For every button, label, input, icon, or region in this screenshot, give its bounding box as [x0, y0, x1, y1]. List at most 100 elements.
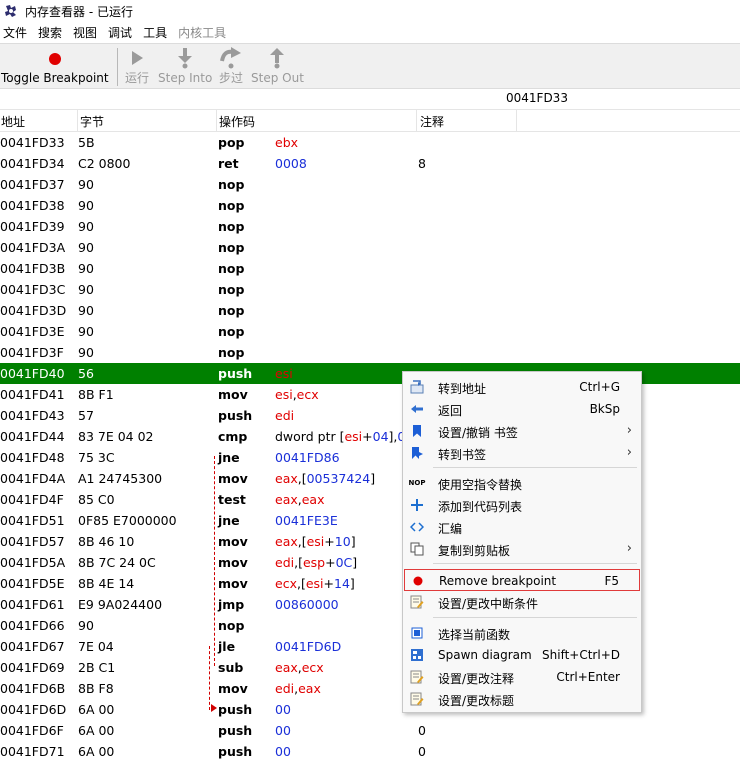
- breakpoint-dot-icon: [411, 574, 425, 588]
- operand-token: ebx: [275, 135, 299, 150]
- disassembly-row[interactable]: 0041FD38 90 nop: [0, 195, 740, 216]
- disassembly-row[interactable]: 0041FD37 90 nop: [0, 174, 740, 195]
- operand-token: ,[: [297, 534, 307, 549]
- column-address[interactable]: 地址: [1, 113, 25, 132]
- disassembly-row[interactable]: 0041FD3D 90 nop: [0, 300, 740, 321]
- operand-token: 00: [275, 723, 291, 738]
- operand-token: 0041FD86: [275, 450, 340, 465]
- disassembly-row[interactable]: 0041FD3C 90 nop: [0, 279, 740, 300]
- operand-token: edi: [275, 408, 295, 423]
- column-divider[interactable]: [516, 110, 517, 132]
- disassembly-row[interactable]: 0041FD6F 6A 00 push 00 0: [0, 720, 740, 741]
- row-opcode: pop: [218, 135, 245, 150]
- operand-token: ,[: [296, 576, 306, 591]
- context-menu-item[interactable]: 设置/更改注释 Ctrl+Enter: [404, 666, 640, 688]
- context-menu-item-label: 设置/更改标题: [438, 694, 515, 708]
- row-bytes: 6A 00: [78, 702, 115, 717]
- play-icon: [132, 51, 143, 65]
- submenu-chevron-icon: ›: [626, 423, 632, 438]
- context-menu-item[interactable]: 添加到代码列表: [404, 494, 640, 516]
- column-divider[interactable]: [416, 110, 417, 132]
- row-address: 0041FD33: [0, 135, 65, 150]
- row-address: 0041FD34: [0, 156, 65, 171]
- step-over-button[interactable]: 步过: [219, 46, 243, 86]
- menu-file[interactable]: 文件: [0, 24, 31, 41]
- disassembly-row[interactable]: 0041FD39 90 nop: [0, 216, 740, 237]
- row-bytes: 5B: [78, 135, 95, 150]
- disassembly-row[interactable]: 0041FD33 5B pop ebx: [0, 132, 740, 153]
- menu-bar: 文件 搜索 视图 调试 工具 内核工具: [0, 22, 740, 43]
- goto-address-icon: [410, 380, 424, 394]
- current-address: 0041FD33: [506, 91, 568, 105]
- row-comment: 0: [418, 723, 426, 738]
- disassembly-row[interactable]: 0041FD3B 90 nop: [0, 258, 740, 279]
- column-opcode[interactable]: 操作码: [219, 113, 255, 132]
- context-menu-item[interactable]: NOP 使用空指令替换: [404, 472, 640, 494]
- context-menu-item[interactable]: 复制到剪贴板 ›: [404, 538, 640, 560]
- row-operands: ecx,[esi+14]: [275, 576, 355, 591]
- context-menu-item[interactable]: 设置/更改中断条件: [404, 591, 640, 613]
- menu-tools[interactable]: 工具: [140, 24, 171, 41]
- step-out-button[interactable]: Step Out: [251, 46, 304, 86]
- operand-token: ecx: [296, 387, 319, 402]
- row-address: 0041FD43: [0, 408, 65, 423]
- row-bytes: 7E 04: [78, 639, 114, 654]
- context-menu-item-label: 添加到代码列表: [438, 500, 523, 514]
- row-bytes: 90: [78, 177, 94, 192]
- row-operands: 0041FE3E: [275, 513, 338, 528]
- current-address-bar: 0041FD33: [0, 89, 740, 110]
- row-address: 0041FD3E: [0, 324, 65, 339]
- menu-separator: [433, 563, 637, 564]
- operand-token: esi: [344, 429, 363, 444]
- toggle-breakpoint-button[interactable]: Toggle Breakpoint: [1, 46, 109, 86]
- step-into-button[interactable]: Step Into: [158, 46, 212, 86]
- disassembly-row[interactable]: 0041FD3E 90 nop: [0, 321, 740, 342]
- context-menu-shortcut: BkSp: [589, 402, 620, 416]
- row-operands: 0041FD6D: [275, 639, 341, 654]
- row-address: 0041FD44: [0, 429, 65, 444]
- operand-token: 0041FE3E: [275, 513, 338, 528]
- row-opcode: sub: [218, 660, 244, 675]
- row-address: 0041FD61: [0, 597, 65, 612]
- row-opcode: nop: [218, 198, 245, 213]
- row-opcode: cmp: [218, 429, 248, 444]
- operand-token: ecx: [275, 576, 297, 591]
- menu-debug[interactable]: 调试: [105, 24, 136, 41]
- operand-token: esi: [275, 366, 293, 381]
- row-bytes: 90: [78, 240, 94, 255]
- column-divider[interactable]: [77, 110, 78, 132]
- back-arrow-icon: [410, 402, 424, 416]
- context-menu-item[interactable]: 设置/撤销 书签 ›: [404, 420, 640, 442]
- row-opcode: mov: [218, 471, 248, 486]
- row-comment: 0: [418, 744, 426, 759]
- disassembly-row[interactable]: 0041FD71 6A 00 push 00 0: [0, 741, 740, 762]
- context-menu-item[interactable]: 选择当前函数: [404, 622, 640, 644]
- row-opcode: mov: [218, 534, 248, 549]
- step-out-label: Step Out: [251, 71, 304, 85]
- menu-search[interactable]: 搜索: [35, 24, 66, 41]
- context-menu-item[interactable]: 汇编: [404, 516, 640, 538]
- context-menu-item[interactable]: 返回 BkSp: [404, 398, 640, 420]
- column-divider[interactable]: [216, 110, 217, 132]
- context-menu-item-label: 设置/更改中断条件: [438, 597, 539, 611]
- row-bytes: 90: [78, 324, 94, 339]
- edit-note-icon: [410, 692, 424, 706]
- context-menu-item-label: 汇编: [438, 522, 463, 536]
- row-operands: eax,ecx: [275, 660, 324, 675]
- context-menu-item-label: 设置/撤销 书签: [438, 426, 518, 440]
- context-menu-item[interactable]: 转到地址 Ctrl+G: [404, 376, 640, 398]
- column-comment[interactable]: 注释: [420, 113, 444, 132]
- context-menu-item[interactable]: Remove breakpoint F5: [404, 569, 640, 591]
- context-menu-item[interactable]: Spawn diagram Shift+Ctrl+D: [404, 644, 640, 666]
- run-button[interactable]: 运行: [125, 46, 149, 86]
- context-menu-item[interactable]: 设置/更改标题: [404, 688, 640, 710]
- row-address: 0041FD41: [0, 387, 65, 402]
- menu-kernel-tools[interactable]: 内核工具: [175, 24, 230, 41]
- column-bytes[interactable]: 字节: [80, 113, 104, 132]
- disassembly-row[interactable]: 0041FD3F 90 nop: [0, 342, 740, 363]
- context-menu-item[interactable]: 转到书签 ›: [404, 442, 640, 464]
- menu-view[interactable]: 视图: [70, 24, 101, 41]
- row-opcode: nop: [218, 177, 245, 192]
- disassembly-row[interactable]: 0041FD34 C2 0800 ret 0008 8: [0, 153, 740, 174]
- disassembly-row[interactable]: 0041FD3A 90 nop: [0, 237, 740, 258]
